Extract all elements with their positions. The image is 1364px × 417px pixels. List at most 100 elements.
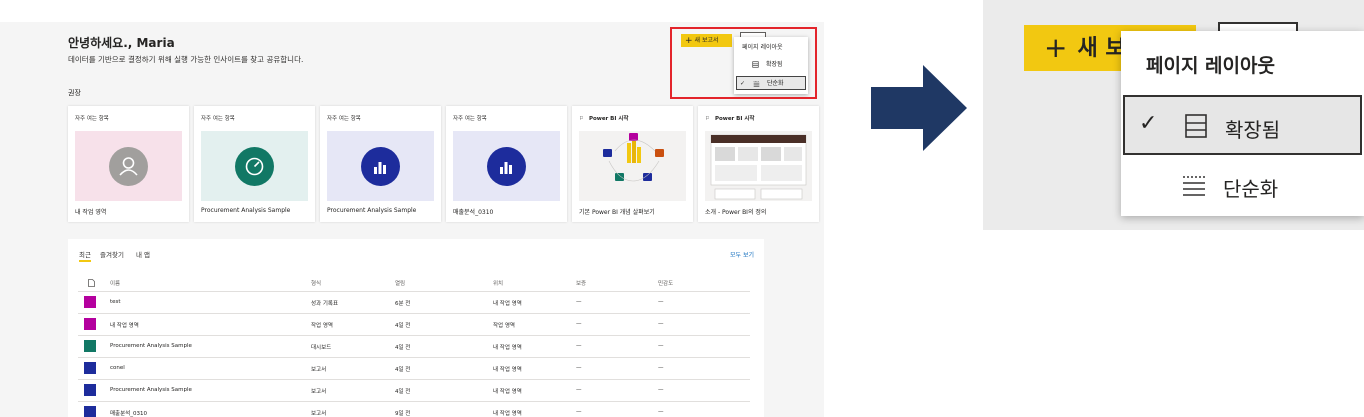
card-tag: 자주 여는 항목 xyxy=(75,116,109,122)
row-endorsement: — xyxy=(576,343,582,349)
row-opened: 6분 전 xyxy=(395,301,411,307)
row-endorsement: — xyxy=(576,387,582,393)
report-icon xyxy=(84,362,96,374)
row-type: 성과 기록표 xyxy=(311,301,339,307)
table-row[interactable]: 매출분석_0310 보고서 9일 전 내 작업 영역 — — xyxy=(78,401,750,417)
file-type-icon xyxy=(88,279,95,287)
top-band xyxy=(0,0,824,22)
card-name: 내 작업 영역 xyxy=(75,209,107,216)
row-endorsement: — xyxy=(576,365,582,371)
row-name[interactable]: 내 작업 영역 xyxy=(110,321,139,329)
report-icon xyxy=(84,384,96,396)
report-icon xyxy=(84,406,96,417)
table-row[interactable]: 내 작업 영역 작업 영역 4일 전 작업 영역 — — xyxy=(78,313,750,335)
row-name[interactable]: 매출분석_0310 xyxy=(110,409,147,417)
row-type: 보고서 xyxy=(311,367,327,373)
flag-icon: ⚐ xyxy=(705,116,710,122)
row-opened: 4일 전 xyxy=(395,367,411,373)
tab-recent[interactable]: 최근 xyxy=(79,249,91,262)
row-location: 내 작업 영역 xyxy=(493,411,522,417)
column-header-name[interactable]: 이름 xyxy=(110,279,120,287)
see-all-link[interactable]: 모두 보기 xyxy=(730,250,754,259)
tab-my-apps[interactable]: 내 앱 xyxy=(136,249,150,259)
card-thumbnail xyxy=(579,131,686,201)
row-sensitivity: — xyxy=(658,343,664,349)
row-name[interactable]: Procurement Analysis Sample xyxy=(110,343,192,349)
menu-item-label: 확장됨 xyxy=(1225,118,1281,142)
card-tag: 자주 여는 항목 xyxy=(453,116,487,122)
row-location: 내 작업 영역 xyxy=(493,345,522,351)
recommended-card[interactable]: 자주 여는 항목 Procurement Analysis Sample xyxy=(320,106,441,222)
card-name: 기본 Power BI 개념 살펴보기 xyxy=(579,209,655,216)
row-sensitivity: — xyxy=(658,299,664,305)
card-name: 매출분석_0310 xyxy=(453,209,494,216)
power-bi-concepts-illustration xyxy=(603,133,664,182)
row-location: 내 작업 영역 xyxy=(493,367,522,373)
menu-item-label: 단순화 xyxy=(1223,177,1279,201)
card-thumbnail xyxy=(75,131,182,201)
column-header-location[interactable]: 위치 xyxy=(493,279,503,287)
scorecard-icon xyxy=(84,296,96,308)
page-layout-menu: 페이지 레이아웃 ✓ 확장됨 단순화 xyxy=(1121,31,1364,216)
column-header-sensitivity[interactable]: 민감도 xyxy=(658,279,673,287)
row-endorsement: — xyxy=(576,321,582,327)
gauge-icon xyxy=(235,147,274,186)
zoomed-layout-menu-view: + 새 보 페이지 레이아웃 ✓ 확장됨 단순화 xyxy=(983,0,1364,230)
column-header-endorsement[interactable]: 보증 xyxy=(576,279,586,287)
row-endorsement: — xyxy=(576,299,582,305)
tab-favorites[interactable]: 즐겨찾기 xyxy=(100,249,124,259)
row-opened: 9일 전 xyxy=(395,411,411,417)
row-opened: 4일 전 xyxy=(395,389,411,395)
column-header-type[interactable]: 형식 xyxy=(311,279,321,287)
simplified-layout-icon xyxy=(1183,176,1205,196)
recommended-card[interactable]: 자주 여는 항목 Procurement Analysis Sample xyxy=(194,106,315,222)
menu-item-simplified[interactable]: 단순화 xyxy=(1123,156,1362,216)
recommended-label: 권장 xyxy=(68,89,81,97)
card-tag: ⚐ Power BI 시작 xyxy=(579,116,629,122)
bar-chart-icon xyxy=(361,147,400,186)
row-sensitivity: — xyxy=(658,387,664,393)
table-row[interactable]: conel 보고서 4일 전 내 작업 영역 — — xyxy=(78,357,750,379)
plus-icon: + xyxy=(1044,31,1068,64)
row-type: 보고서 xyxy=(311,389,327,395)
row-endorsement: — xyxy=(576,409,582,415)
card-tag: 자주 여는 항목 xyxy=(327,116,361,122)
row-name[interactable]: Procurement Analysis Sample xyxy=(110,387,192,393)
row-sensitivity: — xyxy=(658,409,664,415)
menu-header: 페이지 레이아웃 xyxy=(1146,55,1275,77)
card-thumbnail xyxy=(705,131,812,201)
recommended-card[interactable]: ⚐ Power BI 시작 기본 Power BI 개념 살펴보기 xyxy=(572,106,693,222)
page-greeting: 안녕하세요., Maria xyxy=(68,36,175,50)
table-row[interactable]: Procurement Analysis Sample 대시보드 4일 전 내 … xyxy=(78,335,750,357)
bar-chart-icon xyxy=(487,147,526,186)
column-header-opened[interactable]: 열림 xyxy=(395,279,405,287)
expanded-layout-icon xyxy=(1185,114,1207,138)
row-name[interactable]: test xyxy=(110,299,121,305)
table-row[interactable]: Procurement Analysis Sample 보고서 4일 전 내 작… xyxy=(78,379,750,401)
recommended-card[interactable]: 자주 여는 항목 내 작업 영역 xyxy=(68,106,189,222)
dashboard-icon xyxy=(84,340,96,352)
recent-panel: 최근 즐겨찾기 내 앱 모두 보기 이름 형식 열림 위치 보증 민감도 tes… xyxy=(68,239,764,417)
table-row[interactable]: test 성과 기록표 6분 전 내 작업 영역 — — xyxy=(78,291,750,313)
recommended-card[interactable]: 자주 여는 항목 매출분석_0310 xyxy=(446,106,567,222)
menu-item-expanded[interactable]: ✓ 확장됨 xyxy=(1123,95,1362,155)
check-icon: ✓ xyxy=(1139,111,1158,136)
row-sensitivity: — xyxy=(658,321,664,327)
row-type: 작업 영역 xyxy=(311,323,333,329)
workspace-icon xyxy=(84,318,96,330)
power-bi-intro-illustration xyxy=(710,134,807,200)
row-type: 보고서 xyxy=(311,411,327,417)
person-icon xyxy=(109,147,148,186)
card-thumbnail xyxy=(453,131,560,201)
card-tag: 자주 여는 항목 xyxy=(201,116,235,122)
highlight-box xyxy=(670,27,817,99)
row-location: 내 작업 영역 xyxy=(493,389,522,395)
card-name: Procurement Analysis Sample xyxy=(201,207,291,214)
row-opened: 4일 전 xyxy=(395,345,411,351)
recommended-card[interactable]: ⚐ Power BI 시작 소개 - Power BI의 정의 xyxy=(698,106,819,222)
row-location: 내 작업 영역 xyxy=(493,301,522,307)
card-tag: ⚐ Power BI 시작 xyxy=(705,116,755,122)
card-thumbnail xyxy=(201,131,308,201)
row-name[interactable]: conel xyxy=(110,365,125,371)
card-thumbnail xyxy=(327,131,434,201)
